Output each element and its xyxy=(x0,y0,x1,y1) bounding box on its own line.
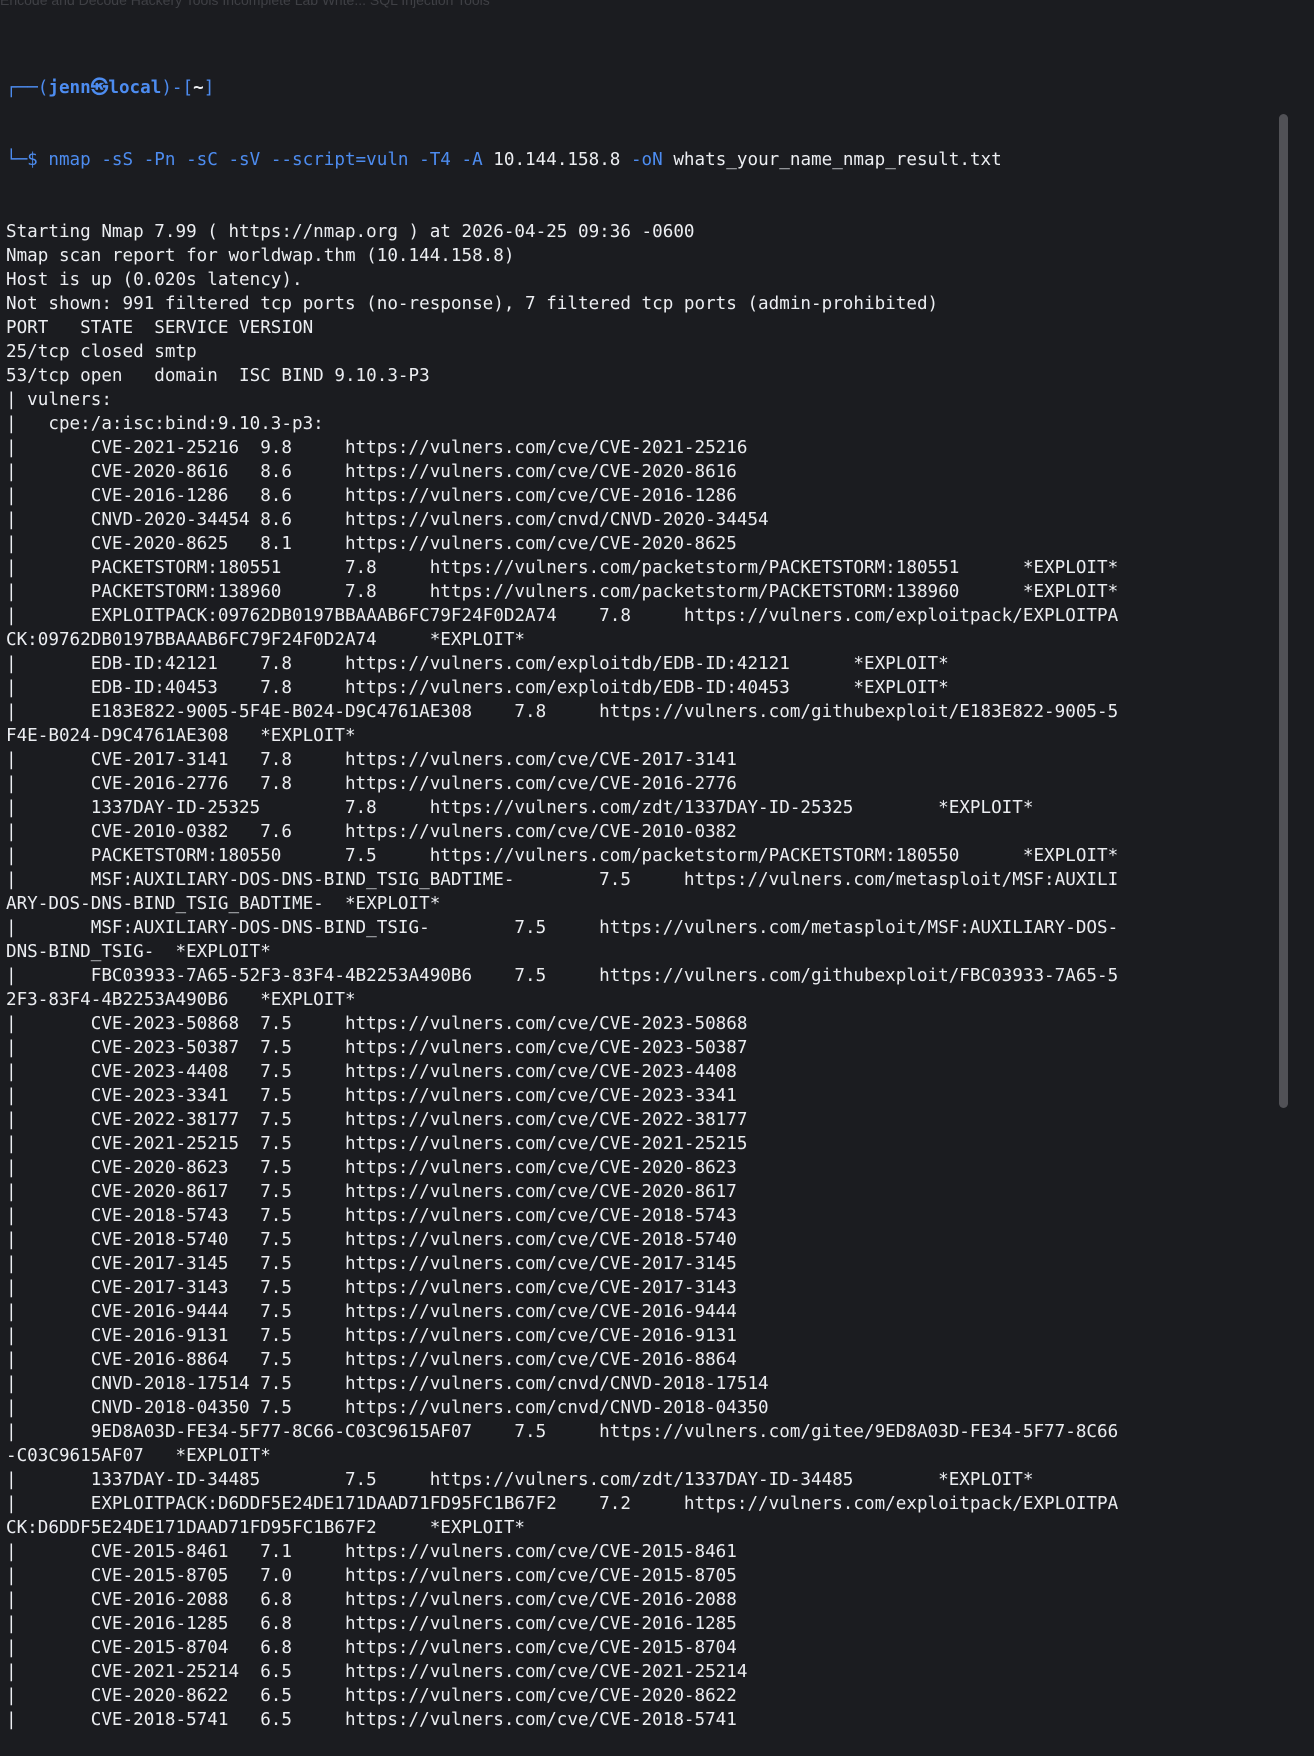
output-line: | EXPLOITPACK:09762DB0197BBAAAB6FC79F24F… xyxy=(6,606,1119,626)
output-line: Nmap scan report for worldwap.thm (10.14… xyxy=(6,246,515,266)
output-line: | CVE-2020-8625 8.1 https://vulners.com/… xyxy=(6,534,737,554)
output-line: | CVE-2023-50387 7.5 https://vulners.com… xyxy=(6,1038,748,1058)
scan-output: Starting Nmap 7.99 ( https://nmap.org ) … xyxy=(6,220,1284,1732)
prompt-open: ┌──( xyxy=(6,78,49,98)
output-line: PORT STATE SERVICE VERSION xyxy=(6,318,314,338)
output-line: | PACKETSTORM:180551 7.8 https://vulners… xyxy=(6,558,1119,578)
command-output-file: whats_your_name_nmap_result.txt xyxy=(662,150,1002,170)
output-line: | CVE-2022-38177 7.5 https://vulners.com… xyxy=(6,1110,748,1130)
output-line: | EDB-ID:42121 7.8 https://vulners.com/e… xyxy=(6,654,949,674)
output-line: | CVE-2023-3341 7.5 https://vulners.com/… xyxy=(6,1086,737,1106)
output-line: | E183E822-9005-5F4E-B024-D9C4761AE308 7… xyxy=(6,702,1119,722)
output-line: | 9ED8A03D-FE34-5F77-8C66-C03C9615AF07 7… xyxy=(6,1422,1119,1442)
output-line: | PACKETSTORM:180550 7.5 https://vulners… xyxy=(6,846,1119,866)
output-line: | 1337DAY-ID-34485 7.5 https://vulners.c… xyxy=(6,1470,1034,1490)
output-line: | PACKETSTORM:138960 7.8 https://vulners… xyxy=(6,582,1119,602)
output-line: Not shown: 991 filtered tcp ports (no-re… xyxy=(6,294,939,314)
output-line: | CVE-2021-25214 6.5 https://vulners.com… xyxy=(6,1662,748,1682)
output-line: | CVE-2021-25215 7.5 https://vulners.com… xyxy=(6,1134,748,1154)
output-line: | cpe:/a:isc:bind:9.10.3-p3: xyxy=(6,414,324,434)
output-line: | MSF:AUXILIARY-DOS-DNS-BIND_TSIG_BADTIM… xyxy=(6,870,1119,890)
output-line: | CNVD-2020-34454 8.6 https://vulners.co… xyxy=(6,510,769,530)
output-line: | CVE-2023-4408 7.5 https://vulners.com/… xyxy=(6,1062,737,1082)
command-output-flag: -oN xyxy=(620,150,663,170)
output-line: | CVE-2017-3145 7.5 https://vulners.com/… xyxy=(6,1254,737,1274)
output-line: ARY-DOS-DNS-BIND_TSIG_BADTIME- *EXPLOIT* xyxy=(6,894,441,914)
prompt-line-1: ┌──(jenn㉿local)-[~] xyxy=(6,76,1284,100)
command-name: nmap xyxy=(48,150,91,170)
output-line: | 1337DAY-ID-25325 7.8 https://vulners.c… xyxy=(6,798,1034,818)
output-line: | CVE-2017-3141 7.8 https://vulners.com/… xyxy=(6,750,737,770)
output-line: CK:09762DB0197BBAAAB6FC79F24F0D2A74 *EXP… xyxy=(6,630,526,650)
output-line: F4E-B024-D9C4761AE308 *EXPLOIT* xyxy=(6,726,356,746)
user-at-icon: ㉿ xyxy=(90,78,109,98)
output-line: | CVE-2021-25216 9.8 https://vulners.com… xyxy=(6,438,748,458)
output-line: | CVE-2016-8864 7.5 https://vulners.com/… xyxy=(6,1350,737,1370)
output-line: | CVE-2016-9131 7.5 https://vulners.com/… xyxy=(6,1326,737,1346)
prompt-host: local xyxy=(108,78,162,98)
output-line: | CVE-2018-5741 6.5 https://vulners.com/… xyxy=(6,1710,737,1730)
output-line: | CVE-2015-8461 7.1 https://vulners.com/… xyxy=(6,1542,737,1562)
terminal-output[interactable]: ┌──(jenn㉿local)-[~] └─$ nmap -sS -Pn -sC… xyxy=(6,28,1284,1756)
command-args: -sS -Pn -sC -sV --script=vuln -T4 -A xyxy=(90,150,483,170)
output-line: | MSF:AUXILIARY-DOS-DNS-BIND_TSIG- 7.5 h… xyxy=(6,918,1119,938)
output-line: | CNVD-2018-04350 7.5 https://vulners.co… xyxy=(6,1398,769,1418)
prompt-mid: )-[ xyxy=(161,78,194,98)
output-line: | CVE-2023-50868 7.5 https://vulners.com… xyxy=(6,1014,748,1034)
output-line: | CVE-2016-9444 7.5 https://vulners.com/… xyxy=(6,1302,737,1322)
prompt-arrow: └─$ xyxy=(6,150,49,170)
output-line: | CVE-2020-8623 7.5 https://vulners.com/… xyxy=(6,1158,737,1178)
prompt-line-2: └─$ nmap -sS -Pn -sC -sV --script=vuln -… xyxy=(6,148,1284,172)
output-line: | CVE-2016-2776 7.8 https://vulners.com/… xyxy=(6,774,737,794)
output-line: | vulners: xyxy=(6,390,112,410)
output-line: | CVE-2018-5743 7.5 https://vulners.com/… xyxy=(6,1206,737,1226)
output-line: | CVE-2020-8616 8.6 https://vulners.com/… xyxy=(6,462,737,482)
prompt-close: ] xyxy=(203,78,215,98)
output-line: 53/tcp open domain ISC BIND 9.10.3-P3 xyxy=(6,366,430,386)
output-line: Host is up (0.020s latency). xyxy=(6,270,303,290)
background-browser-tabs: Encode and Decode Hackery Tools Incomple… xyxy=(0,0,490,8)
output-line: Starting Nmap 7.99 ( https://nmap.org ) … xyxy=(6,222,695,242)
output-line: | CVE-2016-1286 8.6 https://vulners.com/… xyxy=(6,486,737,506)
output-line: | CVE-2010-0382 7.6 https://vulners.com/… xyxy=(6,822,737,842)
output-line: | CVE-2015-8705 7.0 https://vulners.com/… xyxy=(6,1566,737,1586)
output-line: | CVE-2016-2088 6.8 https://vulners.com/… xyxy=(6,1590,737,1610)
output-line: | CVE-2018-5740 7.5 https://vulners.com/… xyxy=(6,1230,737,1250)
output-line: | CVE-2015-8704 6.8 https://vulners.com/… xyxy=(6,1638,737,1658)
output-line: | CVE-2020-8622 6.5 https://vulners.com/… xyxy=(6,1686,737,1706)
output-line: | FBC03933-7A65-52F3-83F4-4B2253A490B6 7… xyxy=(6,966,1119,986)
prompt-dir: ~ xyxy=(193,78,204,98)
output-line: | EDB-ID:40453 7.8 https://vulners.com/e… xyxy=(6,678,949,698)
command-target: 10.144.158.8 xyxy=(482,150,621,170)
output-line: 2F3-83F4-4B2253A490B6 *EXPLOIT* xyxy=(6,990,356,1010)
output-line: | CVE-2016-1285 6.8 https://vulners.com/… xyxy=(6,1614,737,1634)
prompt-user: jenn xyxy=(48,78,91,98)
output-line: | EXPLOITPACK:D6DDF5E24DE171DAAD71FD95FC… xyxy=(6,1494,1119,1514)
output-line: 25/tcp closed smtp xyxy=(6,342,197,362)
output-line: | CVE-2020-8617 7.5 https://vulners.com/… xyxy=(6,1182,737,1202)
output-line: | CNVD-2018-17514 7.5 https://vulners.co… xyxy=(6,1374,769,1394)
output-line: CK:D6DDF5E24DE171DAAD71FD95FC1B67F2 *EXP… xyxy=(6,1518,526,1538)
output-line: DNS-BIND_TSIG- *EXPLOIT* xyxy=(6,942,271,962)
output-line: | CVE-2017-3143 7.5 https://vulners.com/… xyxy=(6,1278,737,1298)
output-line: -C03C9615AF07 *EXPLOIT* xyxy=(6,1446,271,1466)
